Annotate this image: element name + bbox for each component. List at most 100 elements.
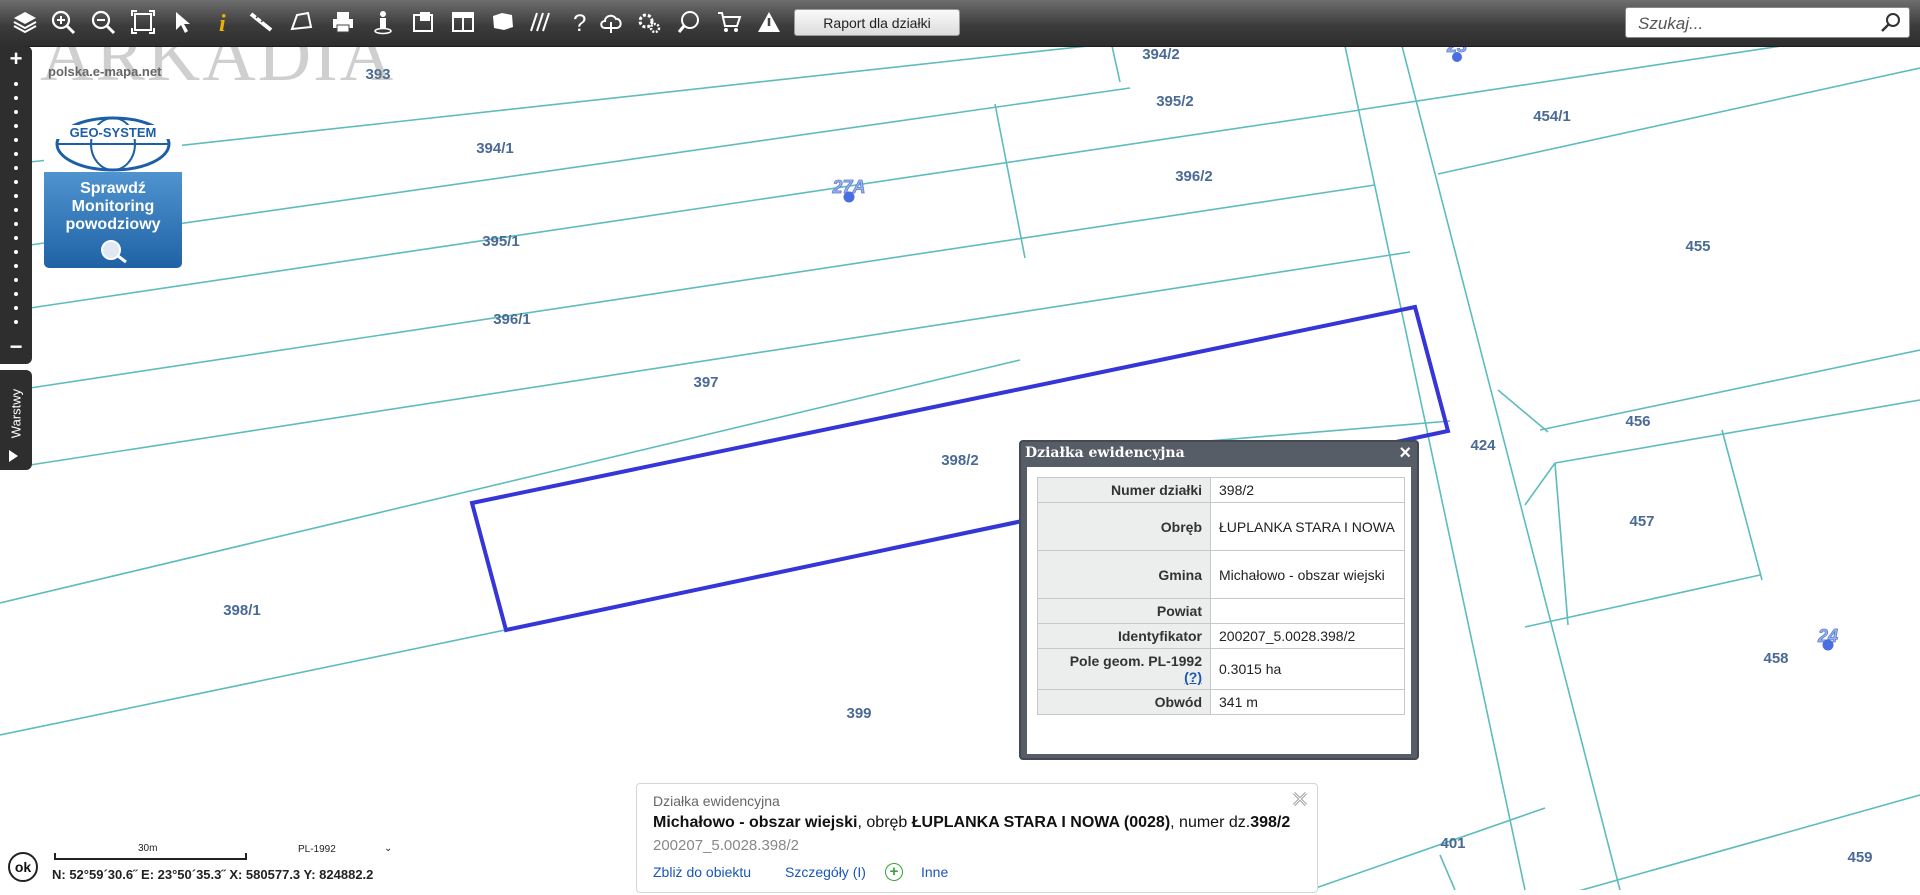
report-button[interactable]: Raport dla działki [794, 9, 960, 36]
parcel-label: 399 [846, 705, 871, 722]
popup-title: Działka ewidencyjna [1025, 445, 1185, 461]
cart-icon[interactable] [714, 7, 744, 37]
svg-text:?: ? [573, 10, 586, 35]
add-circle-icon[interactable]: + [885, 863, 903, 881]
zoom-level-dot[interactable] [14, 96, 18, 100]
parcel-label: 454/1 [1533, 108, 1571, 125]
object-info-panel: Działka ewidencyjna Michałowo - obszar w… [636, 783, 1318, 893]
zoom-extent-icon[interactable] [128, 7, 158, 37]
street-view-icon[interactable] [368, 7, 398, 37]
map-shape-icon[interactable] [488, 7, 518, 37]
attribute-key: Powiat [1037, 598, 1211, 624]
scale-bar [54, 853, 247, 860]
address-point-marker [843, 191, 855, 203]
attribute-value: ŁUPLANKA STARA I NOWA [1210, 502, 1405, 551]
attribute-value: 0.3015 ha [1210, 648, 1405, 690]
zoom-level-dot[interactable] [14, 82, 18, 86]
search-icon[interactable] [1879, 11, 1903, 35]
attribute-key: Obręb [1037, 502, 1211, 551]
attribute-key: Identyfikator [1037, 623, 1211, 649]
zoom-level-dot[interactable] [14, 292, 18, 296]
info-icon[interactable]: i [208, 7, 238, 37]
attribute-key: Pole geom. PL-1992 (?) [1037, 648, 1211, 690]
close-icon[interactable] [1291, 790, 1309, 808]
details-link[interactable]: Szczegóły (I) [785, 864, 866, 880]
parcel-info-popup[interactable]: Działka ewidencyjna × Numer działki 398/… [1019, 440, 1419, 760]
zoom-level-dot[interactable] [14, 208, 18, 212]
zoom-to-object-link[interactable]: Zbliż do obiektu [653, 864, 751, 880]
parcel-attributes-table: Numer działki 398/2 Obręb ŁUPLANKA STARA… [1037, 477, 1405, 715]
parcel-label: 457 [1629, 513, 1654, 530]
zoom-in-icon[interactable] [48, 7, 78, 37]
zoom-level-dot[interactable] [14, 222, 18, 226]
table-row: Obręb ŁUPLANKA STARA I NOWA [1037, 502, 1405, 551]
attribute-key: Gmina [1037, 550, 1211, 599]
parcel-label: 394/2 [1142, 46, 1180, 63]
flood-monitoring-button[interactable]: Sprawdź Monitoring powodziowy [44, 172, 182, 268]
zoom-level-dot[interactable] [14, 320, 18, 324]
chevron-down-icon[interactable]: ⌄ [384, 843, 392, 854]
overview-map-icon[interactable] [408, 7, 438, 37]
zoom-slider[interactable]: + − [0, 46, 32, 364]
zoom-level-dot[interactable] [14, 124, 18, 128]
parcel-number: 398/2 [1250, 814, 1291, 831]
help-icon[interactable]: ? [564, 7, 594, 37]
zoom-level-dot[interactable] [14, 264, 18, 268]
attribute-value [1210, 598, 1405, 624]
info-panel-title: Działka ewidencyjna [653, 793, 780, 809]
parcel-identifier: 200207_5.0028.398/2 [653, 837, 799, 854]
layers-icon[interactable] [10, 7, 40, 37]
search-map-icon[interactable] [674, 7, 704, 37]
zoom-in-button[interactable]: + [0, 48, 32, 70]
zoom-level-dot[interactable] [14, 306, 18, 310]
measure-distance-icon[interactable] [246, 7, 276, 37]
zoom-level-dot[interactable] [14, 250, 18, 254]
table-row: Gmina Michałowo - obszar wiejski [1037, 550, 1405, 599]
cadastral-map[interactable]: 393 394/2 395/2 454/1 394/1 396/2 395/1 … [0, 24, 1920, 893]
address-point-marker [1452, 52, 1462, 62]
magnifier-icon [101, 240, 127, 264]
search-input[interactable] [1636, 12, 1870, 36]
pointer-icon[interactable] [168, 7, 198, 37]
layers-panel-tab[interactable]: Warstwy [0, 370, 32, 470]
help-link[interactable]: (?) [1184, 669, 1202, 685]
other-link[interactable]: Inne [921, 864, 948, 880]
parcel-label: 401 [1440, 835, 1465, 852]
parcel-label: 395/1 [482, 233, 520, 250]
svg-text:i: i [219, 11, 226, 35]
map-canvas[interactable]: 393 394/2 395/2 454/1 394/1 396/2 395/1 … [0, 24, 1920, 893]
flood-monitoring-banner[interactable]: GEO-SYSTEM polska.e-mapa.net Sprawdź Mon… [44, 60, 182, 268]
parcel-label: 396/1 [493, 311, 531, 328]
zoom-level-dot[interactable] [14, 194, 18, 198]
numer-prefix: , numer dz. [1170, 814, 1251, 831]
ok-button[interactable]: ok [8, 852, 38, 882]
parcel-label: 398/2 [941, 452, 979, 469]
cursor-coordinates: N: 52°59´30.6˝ E: 23°50´35.3˝ X: 580577.… [52, 867, 374, 882]
hatch-icon[interactable] [526, 7, 556, 37]
banner-line: Sprawdź [80, 180, 146, 197]
close-icon[interactable]: × [1399, 442, 1411, 465]
zoom-level-dot[interactable] [14, 166, 18, 170]
zoom-level-dot[interactable] [14, 110, 18, 114]
zoom-level-dot[interactable] [14, 138, 18, 142]
parcel-label: 456 [1625, 413, 1650, 430]
parcel-label: 424 [1470, 437, 1496, 454]
crs-select[interactable]: PL-1992 [298, 844, 336, 855]
zoom-level-dot[interactable] [14, 236, 18, 240]
parcel-label: 396/2 [1175, 168, 1213, 185]
attribute-value: 341 m [1210, 689, 1405, 715]
info-panel-description: Michałowo - obszar wiejski, obręb ŁUPLAN… [653, 814, 1290, 832]
print-icon[interactable] [328, 7, 358, 37]
settings-icon[interactable] [634, 7, 664, 37]
zoom-level-dot[interactable] [14, 152, 18, 156]
cloud-upload-icon[interactable] [596, 7, 626, 37]
zoom-level-dot[interactable] [14, 180, 18, 184]
measure-area-icon[interactable] [286, 7, 316, 37]
banner-line: Monitoring [71, 198, 155, 215]
zoom-out-icon[interactable] [88, 7, 118, 37]
table-row: Obwód 341 m [1037, 689, 1405, 715]
zoom-out-button[interactable]: − [0, 336, 32, 358]
layout-icon[interactable] [448, 7, 478, 37]
warning-icon[interactable] [754, 7, 784, 37]
zoom-level-dot[interactable] [14, 278, 18, 282]
